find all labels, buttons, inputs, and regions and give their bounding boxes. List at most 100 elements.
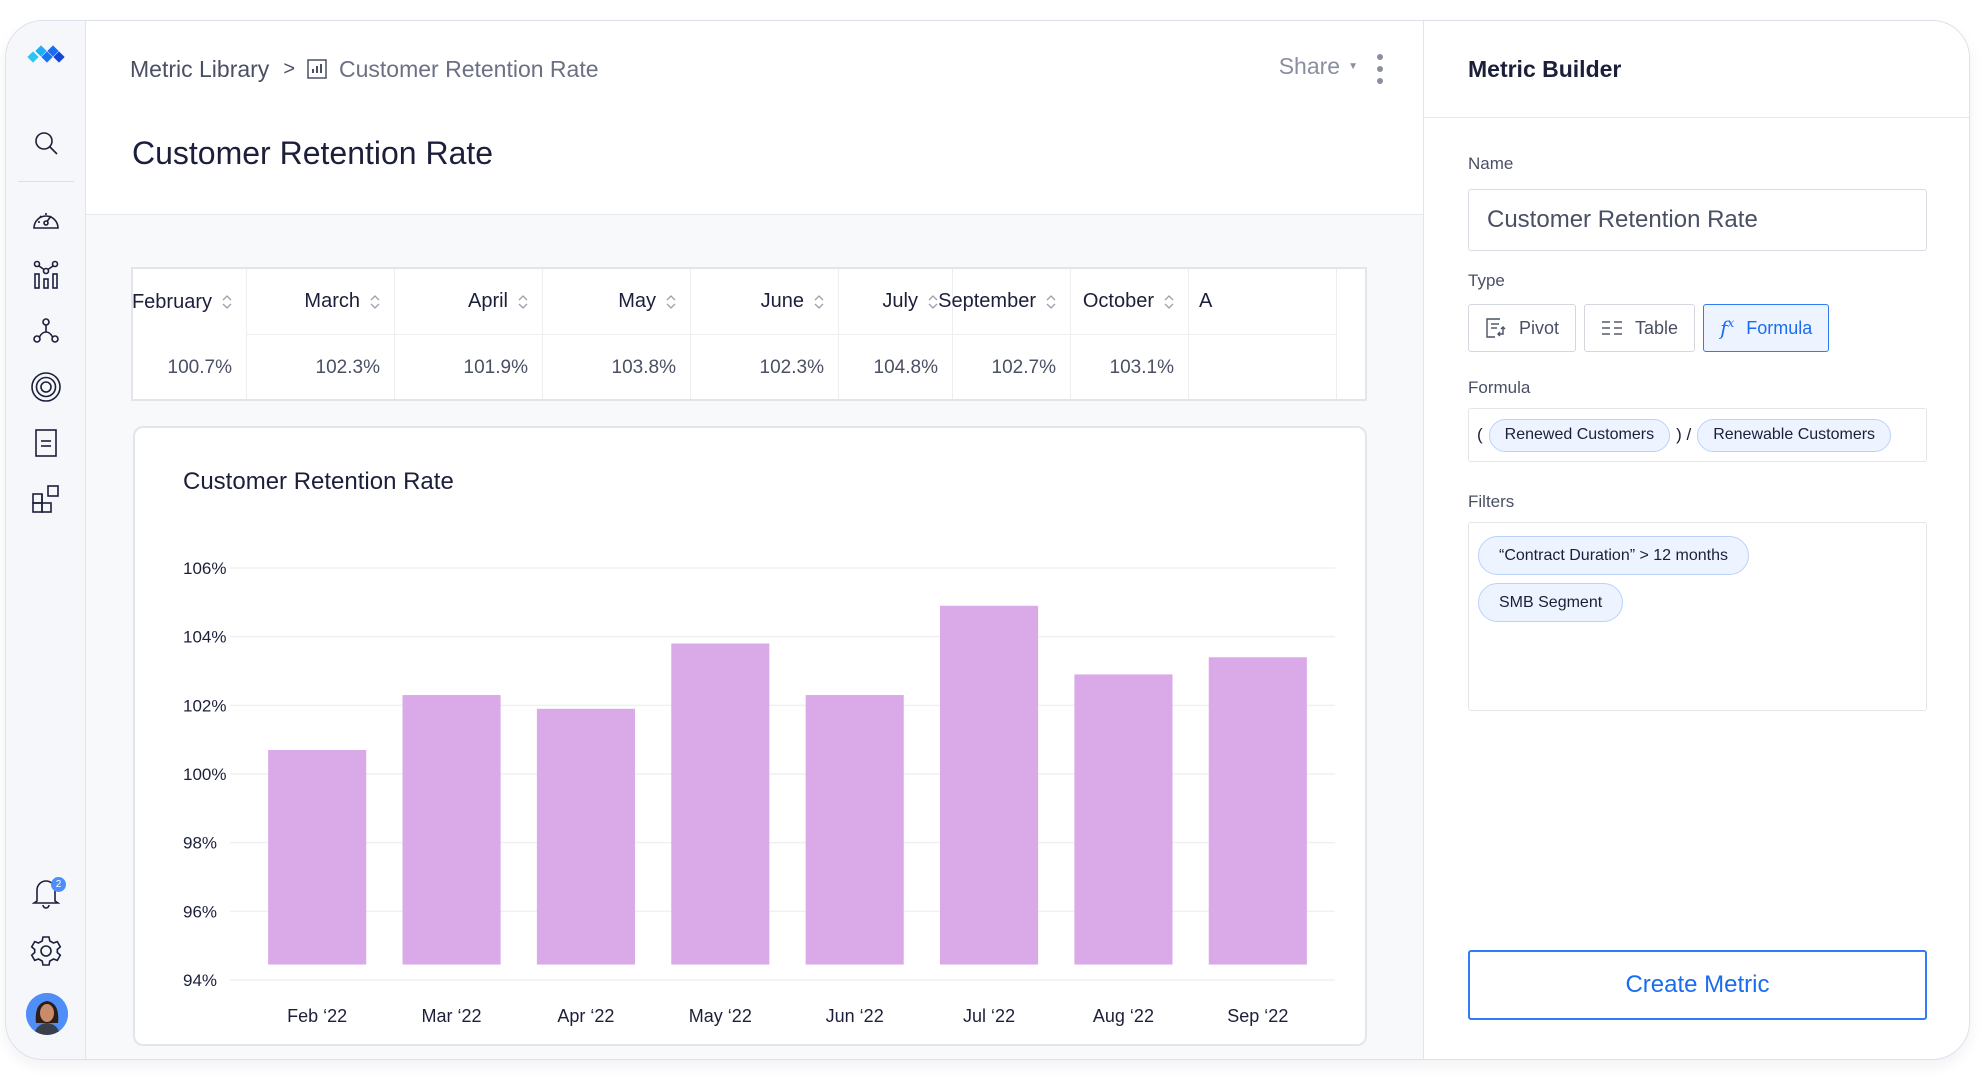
y-tick-label: 102% bbox=[183, 696, 226, 715]
sidebar-item-settings[interactable] bbox=[6, 931, 86, 971]
target-icon bbox=[31, 372, 61, 402]
type-table-label: Table bbox=[1635, 317, 1679, 338]
sort-icon[interactable] bbox=[814, 294, 824, 310]
search-icon bbox=[35, 132, 58, 155]
sort-icon[interactable] bbox=[370, 294, 380, 310]
bar[interactable] bbox=[940, 605, 1039, 965]
bar[interactable] bbox=[1074, 674, 1173, 965]
formula-term-renewed-customers[interactable]: Renewed Customers bbox=[1488, 418, 1671, 452]
bar[interactable] bbox=[805, 695, 904, 965]
formula-open-paren: ( bbox=[1477, 425, 1483, 444]
column-header[interactable]: February bbox=[133, 269, 246, 335]
sidebar-item-goals[interactable] bbox=[6, 367, 86, 407]
sort-icon[interactable] bbox=[1046, 294, 1056, 310]
column-header-label: September bbox=[938, 290, 1036, 312]
column-header[interactable]: October bbox=[1071, 269, 1188, 335]
bar[interactable] bbox=[536, 708, 635, 965]
bar[interactable] bbox=[671, 643, 770, 965]
sort-icon[interactable] bbox=[222, 294, 232, 310]
filter-chip-contract-duration[interactable]: “Contract Duration” > 12 months bbox=[1478, 536, 1749, 575]
breadcrumb-current: Customer Retention Rate bbox=[339, 55, 599, 82]
bar[interactable] bbox=[268, 749, 367, 965]
sidebar-item-apps[interactable] bbox=[6, 479, 86, 519]
y-tick-label: 94% bbox=[183, 971, 217, 990]
network-nodes-icon bbox=[33, 318, 59, 343]
logo-icon bbox=[27, 45, 65, 63]
breadcrumb: Metric Library > Customer Retention Rate bbox=[130, 51, 599, 87]
sort-icon[interactable] bbox=[928, 294, 938, 310]
column-header[interactable]: September bbox=[938, 269, 1070, 335]
bar[interactable] bbox=[1208, 657, 1307, 965]
sidebar-item-search[interactable] bbox=[6, 123, 86, 163]
kebab-dot bbox=[1377, 66, 1383, 72]
app-logo[interactable] bbox=[6, 35, 86, 75]
table-cell: 103.8% bbox=[611, 357, 676, 378]
column-header[interactable]: A bbox=[1189, 269, 1336, 335]
formula-editor[interactable]: ( Renewed Customers ) / Renewable Custom… bbox=[1468, 408, 1927, 462]
column-header[interactable]: June bbox=[691, 269, 838, 335]
column-header[interactable]: May bbox=[543, 269, 690, 335]
x-tick-label: Apr ‘22 bbox=[557, 1006, 614, 1026]
share-button[interactable]: Share ▼ bbox=[1279, 53, 1358, 80]
y-tick-label: 96% bbox=[183, 902, 217, 921]
table-column: February 100.7% bbox=[133, 269, 247, 399]
breadcrumb-separator: > bbox=[283, 57, 295, 80]
sort-icon[interactable] bbox=[666, 294, 676, 310]
type-table-button[interactable]: Table bbox=[1584, 304, 1696, 352]
panel-title: Metric Builder bbox=[1424, 21, 1969, 118]
type-formula-button[interactable]: fx Formula bbox=[1703, 304, 1830, 352]
y-tick-label: 106% bbox=[183, 559, 226, 578]
x-tick-label: Jun ‘22 bbox=[826, 1006, 884, 1026]
x-tick-label: Jul ‘22 bbox=[963, 1006, 1015, 1026]
table-column: May 103.8% bbox=[543, 269, 691, 399]
main-content: Metric Library > Customer Retention Rate… bbox=[86, 21, 1424, 1059]
table-cell: 102.7% bbox=[991, 357, 1056, 378]
formula-term-renewable-customers[interactable]: Renewable Customers bbox=[1697, 418, 1892, 452]
column-header-label: March bbox=[304, 290, 360, 312]
table-cell: 102.3% bbox=[759, 357, 824, 378]
x-tick-label: Aug ‘22 bbox=[1093, 1006, 1154, 1026]
filters-box[interactable]: “Contract Duration” > 12 months SMB Segm… bbox=[1468, 522, 1927, 711]
name-input[interactable] bbox=[1468, 189, 1927, 251]
gear-icon bbox=[30, 936, 62, 966]
apps-grid-icon bbox=[32, 485, 59, 513]
page-header: Metric Library > Customer Retention Rate… bbox=[86, 21, 1424, 215]
column-header[interactable]: April bbox=[395, 269, 542, 335]
x-tick-label: May ‘22 bbox=[689, 1006, 752, 1026]
x-tick-label: Feb ‘22 bbox=[287, 1006, 347, 1026]
sidebar: 2 bbox=[6, 21, 86, 1059]
table-column: September 102.7% bbox=[938, 269, 1071, 399]
more-options-button[interactable] bbox=[1372, 51, 1388, 87]
page-title: Customer Retention Rate bbox=[132, 135, 494, 171]
x-tick-label: Sep ‘22 bbox=[1227, 1006, 1288, 1026]
bar-chart-icon bbox=[307, 59, 327, 79]
create-metric-button[interactable]: Create Metric bbox=[1468, 950, 1927, 1020]
x-tick-label: Mar ‘22 bbox=[422, 1006, 482, 1026]
table-column: A bbox=[1189, 269, 1337, 399]
sidebar-item-connections[interactable] bbox=[6, 311, 86, 351]
column-header[interactable]: March bbox=[247, 269, 394, 335]
bar[interactable] bbox=[402, 695, 501, 965]
sort-icon[interactable] bbox=[518, 294, 528, 310]
metric-builder-panel: Metric Builder Name Type Pivot bbox=[1423, 21, 1969, 1059]
table-column: June 102.3% bbox=[691, 269, 839, 399]
filters-label: Filters bbox=[1468, 492, 1515, 511]
breadcrumb-metric-library[interactable]: Metric Library bbox=[130, 56, 269, 83]
notification-badge: 2 bbox=[51, 877, 66, 892]
sidebar-item-metrics[interactable] bbox=[6, 255, 86, 295]
data-table: February 100.7% March 102.3% April 101.9% May 1… bbox=[131, 267, 1367, 401]
sidebar-item-reports[interactable] bbox=[6, 423, 86, 463]
y-tick-label: 104% bbox=[183, 628, 226, 647]
sidebar-item-notifications[interactable]: 2 bbox=[6, 873, 86, 913]
column-header[interactable]: July bbox=[839, 269, 952, 335]
sort-icon[interactable] bbox=[1164, 294, 1174, 310]
sidebar-item-dashboards[interactable] bbox=[6, 199, 86, 239]
column-header-label: May bbox=[618, 290, 656, 312]
user-avatar[interactable] bbox=[26, 993, 68, 1035]
filter-chip-smb-segment[interactable]: SMB Segment bbox=[1478, 583, 1624, 622]
name-label: Name bbox=[1468, 154, 1514, 173]
type-pivot-button[interactable]: Pivot bbox=[1468, 304, 1577, 352]
type-formula-label: Formula bbox=[1746, 317, 1813, 338]
type-label: Type bbox=[1468, 271, 1505, 290]
column-header-label: February bbox=[131, 290, 212, 313]
